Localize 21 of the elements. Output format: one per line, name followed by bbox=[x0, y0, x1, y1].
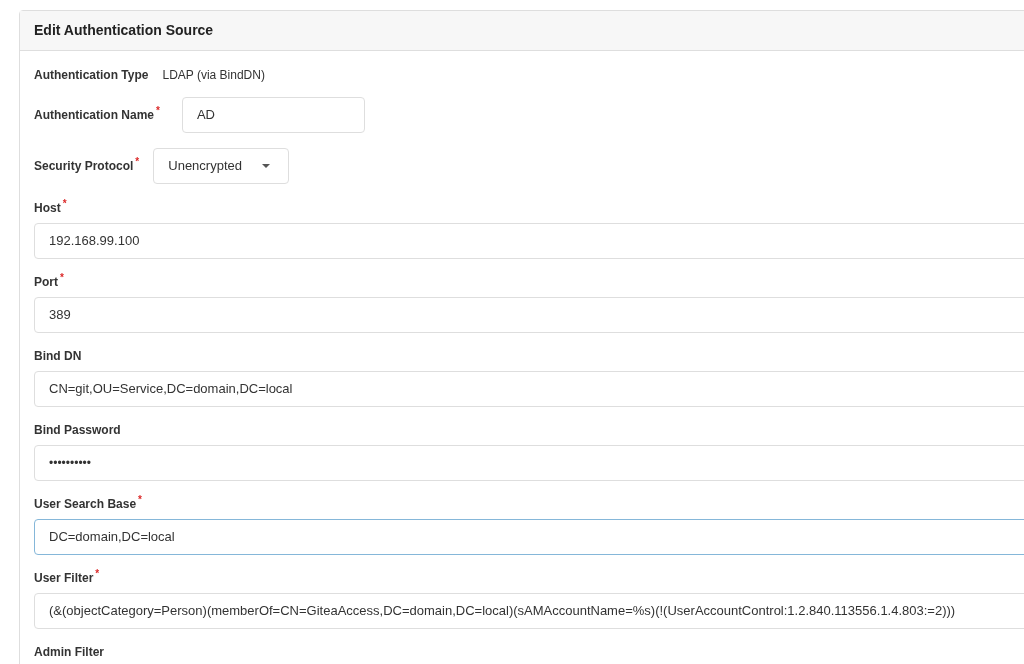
input-field[interactable]: AD bbox=[181, 97, 365, 133]
field-label: Bind DN bbox=[34, 348, 83, 365]
input-field[interactable]: 389 bbox=[34, 297, 1024, 333]
caret-icon bbox=[262, 164, 271, 168]
field-label: Authentication Type bbox=[34, 67, 149, 84]
dropdown[interactable]: Unencrypted bbox=[153, 148, 290, 184]
field-label: User Filter $^{*}$ bbox=[34, 569, 101, 587]
field-label: Security Protocol $^{*}$ bbox=[34, 157, 140, 175]
field-value: LDAP (via BindDN) bbox=[162, 67, 265, 84]
field-label: Bind Password bbox=[34, 422, 122, 439]
input-field[interactable]: CN=git,OU=Service,DC=domain,DC=local bbox=[34, 371, 1024, 407]
input-field[interactable]: DC=domain,DC=local bbox=[34, 519, 1024, 555]
field-label: Admin Filter bbox=[34, 644, 105, 661]
password-field[interactable]: •••••••••• bbox=[34, 445, 1024, 481]
field-label: User Search Base $^{*}$ bbox=[34, 495, 143, 513]
input-field[interactable]: 192.168.99.100 bbox=[34, 223, 1024, 259]
field-label: Port $^{*}$ bbox=[34, 273, 65, 291]
panel-title: Edit Authentication Source bbox=[34, 21, 214, 40]
input-field[interactable]: (&(objectCategory=Person)(memberOf=CN=GiteaAccess,DC=domain,DC=local)(sAMAccountName=%s)(!(UserAccountControl:1.2.840.113556.1.4.803:=2))) bbox=[34, 593, 1024, 629]
field-label: Host $^{*}$ bbox=[34, 199, 68, 217]
field-label: Authentication Name $^{*}$ bbox=[34, 106, 160, 124]
